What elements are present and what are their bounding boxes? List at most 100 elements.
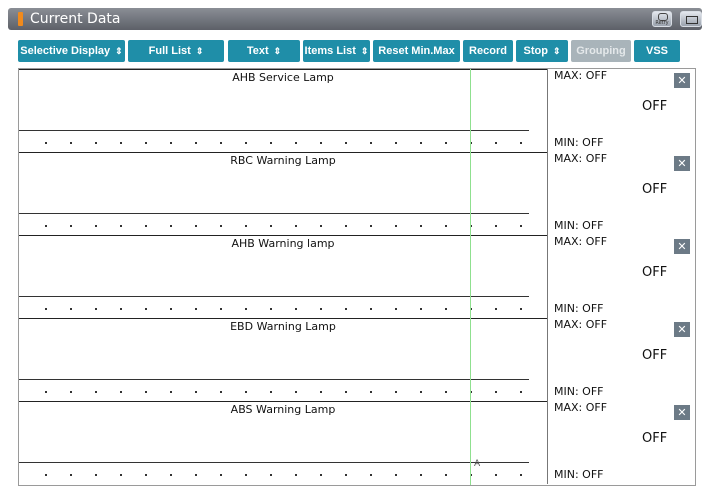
- graph-tick-dot: [70, 225, 72, 227]
- graph-tick-dot: [170, 308, 172, 310]
- graph-tick-marks: [19, 308, 529, 312]
- graph-tick-dot: [220, 225, 222, 227]
- graph-tick-dot: [145, 391, 147, 393]
- graph-tick-dot: [295, 391, 297, 393]
- min-label: MIN: OFF: [554, 136, 604, 149]
- graph-tick-dot: [320, 391, 322, 393]
- item-graph: AHB Service Lamp: [19, 69, 547, 152]
- graph-tick-dot: [295, 308, 297, 310]
- graph-tick-dot: [120, 225, 122, 227]
- remove-item-button[interactable]: ✕: [674, 239, 690, 254]
- graph-tick-dot: [170, 474, 172, 476]
- item-graph: ABS Warning Lamp: [19, 401, 547, 484]
- graph-tick-dot: [520, 391, 522, 393]
- window-icon: [686, 16, 698, 24]
- vss-button[interactable]: VSS: [634, 40, 680, 62]
- retry-button[interactable]: Retry: [652, 11, 672, 27]
- graph-tick-dot: [270, 142, 272, 144]
- record-button[interactable]: Record: [463, 40, 513, 62]
- remove-item-button[interactable]: ✕: [674, 322, 690, 337]
- toolbar: Selective Display ⇕ Full List ⇕ Text ⇕ Item…: [18, 40, 698, 62]
- remove-item-button[interactable]: ✕: [674, 73, 690, 88]
- text-button[interactable]: Text ⇕: [228, 40, 300, 62]
- stop-button[interactable]: Stop ⇕: [516, 40, 568, 62]
- graph-tick-dot: [170, 225, 172, 227]
- graph-tick-dot: [495, 474, 497, 476]
- graph-tick-dot: [520, 142, 522, 144]
- graph-tick-dot: [70, 142, 72, 144]
- graph-tick-dot: [520, 225, 522, 227]
- graph-tick-dot: [45, 391, 47, 393]
- graph-tick-dot: [70, 391, 72, 393]
- graph-tick-dot: [370, 474, 372, 476]
- current-value: OFF: [642, 431, 668, 446]
- data-item-row: RBC Warning Lamp MAX: OFF OFF MIN: OFF ✕: [19, 152, 695, 235]
- window-toggle-button[interactable]: [680, 11, 702, 27]
- graph-tick-dot: [45, 308, 47, 310]
- max-label: MAX: OFF: [554, 152, 608, 165]
- item-summary: MAX: OFF OFF MIN: OFF ✕: [547, 152, 695, 235]
- graph-tick-dot: [320, 474, 322, 476]
- graph-tick-dot: [345, 308, 347, 310]
- graph-tick-dot: [395, 474, 397, 476]
- items-list-button[interactable]: Items List ⇕: [303, 40, 370, 62]
- data-item-row: AHB Service Lamp MAX: OFF OFF MIN: OFF ✕: [19, 69, 695, 152]
- item-summary: MAX: OFF OFF MIN: OFF ✕: [547, 318, 695, 401]
- graph-tick-dot: [220, 391, 222, 393]
- current-data-window: Current Data Retry Selective Display ⇕ Fu…: [0, 0, 712, 494]
- remove-item-button[interactable]: ✕: [674, 156, 690, 171]
- graph-tick-dot: [495, 308, 497, 310]
- graph-tick-dot: [495, 225, 497, 227]
- current-value: OFF: [642, 99, 668, 114]
- graph-tick-dot: [270, 391, 272, 393]
- graph-tick-dot: [345, 391, 347, 393]
- graph-tick-dot: [95, 391, 97, 393]
- graph-tick-dot: [70, 474, 72, 476]
- item-summary: MAX: OFF OFF MIN: OFF ✕: [547, 235, 695, 318]
- graph-tick-dot: [120, 474, 122, 476]
- graph-tick-dot: [245, 474, 247, 476]
- item-name: AHB Service Lamp: [232, 71, 334, 84]
- updown-chevron-icon: ⇕: [552, 46, 561, 56]
- updown-chevron-icon: ⇕: [273, 46, 282, 56]
- graph-tick-dot: [445, 308, 447, 310]
- graph-tick-dot: [445, 225, 447, 227]
- item-graph: EBD Warning Lamp: [19, 318, 547, 401]
- graph-tick-marks: [19, 474, 529, 478]
- graph-tick-dot: [145, 474, 147, 476]
- graph-tick-dot: [270, 225, 272, 227]
- graph-tick-dot: [195, 474, 197, 476]
- graph-tick-dot: [95, 308, 97, 310]
- graph-tick-dot: [395, 391, 397, 393]
- graph-tick-dot: [195, 391, 197, 393]
- min-label: MIN: OFF: [554, 302, 604, 315]
- cursor-handle-icon[interactable]: A: [474, 459, 480, 469]
- min-label: MIN: OFF: [554, 385, 604, 398]
- graph-tick-dot: [420, 142, 422, 144]
- graph-tick-dot: [370, 308, 372, 310]
- time-cursor-line[interactable]: [470, 69, 471, 485]
- selective-display-button[interactable]: Selective Display ⇕: [18, 40, 125, 62]
- current-value: OFF: [642, 265, 668, 280]
- items-list-label: Items List: [304, 45, 356, 57]
- graph-tick-dot: [495, 391, 497, 393]
- full-list-button[interactable]: Full List ⇕: [128, 40, 224, 62]
- remove-item-button[interactable]: ✕: [674, 405, 690, 420]
- item-name: RBC Warning Lamp: [230, 154, 336, 167]
- updown-chevron-icon: ⇕: [115, 46, 123, 56]
- selective-display-label: Selective Display: [20, 45, 111, 57]
- graph-tick-dot: [245, 308, 247, 310]
- current-value: OFF: [642, 182, 668, 197]
- title-marker-icon: [18, 12, 23, 26]
- graph-tick-dot: [95, 142, 97, 144]
- graph-tick-dot: [320, 142, 322, 144]
- graph-tick-dot: [420, 225, 422, 227]
- graph-tick-dot: [445, 391, 447, 393]
- reset-min-max-button[interactable]: Reset Min.Max: [373, 40, 460, 62]
- graph-tick-dot: [145, 308, 147, 310]
- graph-tick-dot: [295, 142, 297, 144]
- graph-tick-dot: [145, 225, 147, 227]
- grouping-button[interactable]: Grouping: [571, 40, 631, 62]
- graph-tick-dot: [95, 225, 97, 227]
- graph-tick-dot: [45, 142, 47, 144]
